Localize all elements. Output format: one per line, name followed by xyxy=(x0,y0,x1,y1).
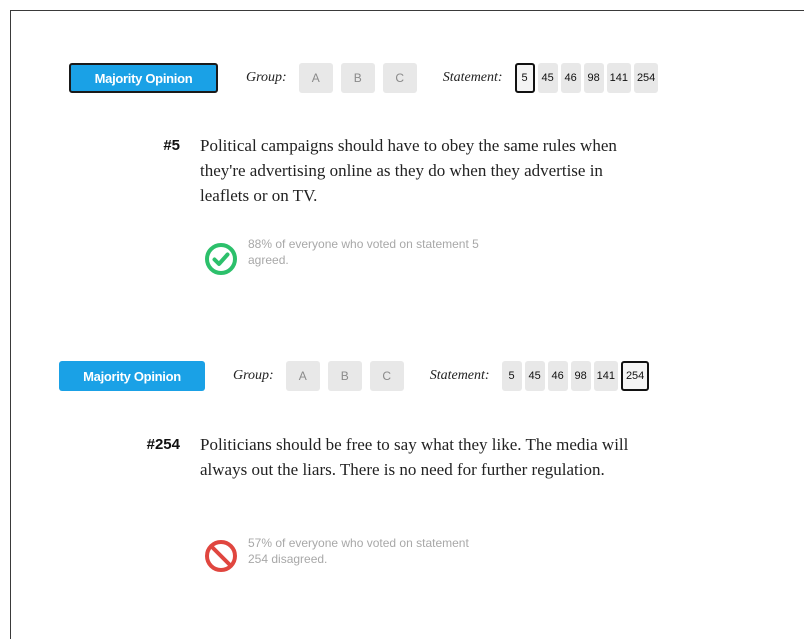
statement-chip-254[interactable]: 254 xyxy=(633,63,659,93)
statement-chip-254[interactable]: 254 xyxy=(620,361,650,391)
group-label: Group: xyxy=(246,70,287,85)
majority-opinion-button[interactable]: Majority Opinion xyxy=(69,63,218,93)
statement-result: 57% of everyone who voted on statement 2… xyxy=(204,535,488,578)
result-text: 88% of everyone who voted on statement 5… xyxy=(248,237,479,267)
group-chip-b[interactable]: B xyxy=(340,63,375,93)
group-chip-a[interactable]: A xyxy=(285,361,320,391)
statement-text: Politicians should be free to say what t… xyxy=(200,435,629,479)
statement-result: 88% of everyone who voted on statement 5… xyxy=(204,236,488,281)
statement-chip-141[interactable]: 141 xyxy=(606,63,631,93)
statement-number: #254 xyxy=(146,436,180,453)
group-label: Group: xyxy=(233,368,274,383)
statement-label: Statement: xyxy=(442,70,503,85)
statement-chip-45[interactable]: 45 xyxy=(537,63,558,93)
statement-chip-46[interactable]: 46 xyxy=(547,361,568,391)
majority-opinion-button[interactable]: Majority Opinion xyxy=(59,361,205,391)
statement-chip-5[interactable]: 5 xyxy=(501,361,522,391)
statement-chip-141[interactable]: 141 xyxy=(593,361,618,391)
statement-chip-5[interactable]: 5 xyxy=(514,63,535,93)
check-circle-icon xyxy=(204,242,238,281)
group-chip-a[interactable]: A xyxy=(298,63,333,93)
statement-label: Statement: xyxy=(429,368,490,383)
controls-bar: Majority Opinion Group: A B C Statement:… xyxy=(69,63,661,93)
result-text: 57% of everyone who voted on statement 2… xyxy=(248,536,469,566)
statement-chip-46[interactable]: 46 xyxy=(560,63,581,93)
group-chip-c[interactable]: C xyxy=(369,361,404,391)
statement-text: Political campaigns should have to obey … xyxy=(200,136,617,205)
statement-number: #5 xyxy=(163,137,180,154)
statement-chip-45[interactable]: 45 xyxy=(524,361,545,391)
controls-bar: Majority Opinion Group: A B C Statement:… xyxy=(59,361,652,391)
statement-chip-98[interactable]: 98 xyxy=(570,361,591,391)
prohibited-icon xyxy=(204,539,238,578)
statement-chip-98[interactable]: 98 xyxy=(583,63,604,93)
group-chip-b[interactable]: B xyxy=(327,361,362,391)
group-chip-c[interactable]: C xyxy=(382,63,417,93)
